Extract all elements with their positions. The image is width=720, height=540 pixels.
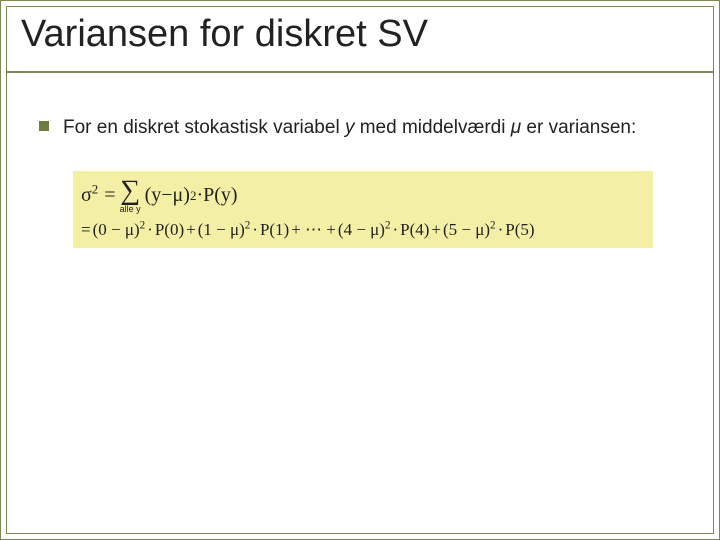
bullet-mu: μ — [511, 117, 521, 138]
sq-exp: 2 — [92, 181, 99, 196]
square-bullet-icon — [39, 121, 49, 131]
dot-1: · — [196, 184, 203, 207]
dot-4: · — [392, 220, 398, 240]
plus-4: + — [431, 220, 441, 240]
sum-sub: alle y — [120, 205, 141, 214]
t1: (1 − μ)2 — [198, 220, 251, 240]
bullet-row: For en diskret stokastisk variabel y med… — [39, 116, 689, 141]
dot-0: · — [147, 220, 153, 240]
equals-2: = — [81, 220, 91, 240]
body: For en diskret stokastisk variabel y med… — [39, 116, 689, 141]
equation-line-2: = (0 − μ)2 · P(0) + (1 − μ)2 · P(1) + ⋯ … — [81, 220, 645, 240]
title-rule — [7, 71, 713, 73]
p4: P(4) — [400, 220, 429, 240]
sigma-symbol: ∑ — [120, 177, 140, 205]
bullet-text: For en diskret stokastisk variabel y med… — [63, 116, 636, 141]
term-minus: − — [161, 184, 172, 207]
p1: P(1) — [260, 220, 289, 240]
dot-5: · — [498, 220, 504, 240]
term-open: ( — [145, 184, 152, 207]
equation-line-1: σ2 = ∑ alle y (y − μ) 2 · P(y) — [81, 177, 645, 214]
bullet-post: er variansen: — [521, 117, 636, 138]
ellipsis: + ⋯ + — [291, 220, 336, 240]
inner-frame — [6, 6, 714, 534]
term-y: y — [151, 184, 161, 207]
p0: P(0) — [155, 220, 184, 240]
term-close: ) — [183, 184, 190, 207]
t5: (5 − μ)2 — [443, 220, 496, 240]
summation-icon: ∑ alle y — [120, 177, 141, 214]
sigma: σ — [81, 184, 92, 206]
p-of-y: P(y) — [203, 184, 237, 207]
equals-1: = — [104, 184, 115, 207]
p5: P(5) — [505, 220, 534, 240]
sigma-squared: σ2 — [81, 184, 98, 207]
term-mu: μ — [173, 184, 184, 207]
slide-frame: Variansen for diskret SV For en diskret … — [0, 0, 720, 540]
slide-title: Variansen for diskret SV — [21, 13, 428, 56]
t0: (0 − μ)2 — [93, 220, 146, 240]
equation-box: σ2 = ∑ alle y (y − μ) 2 · P(y) = (0 − μ)2… — [73, 171, 653, 248]
bullet-mid: med middelværdi — [354, 117, 510, 138]
bullet-pre: For en diskret stokastisk variabel — [63, 117, 345, 138]
plus-1: + — [186, 220, 196, 240]
t4: (4 − μ)2 — [338, 220, 391, 240]
dot-1b: · — [252, 220, 258, 240]
